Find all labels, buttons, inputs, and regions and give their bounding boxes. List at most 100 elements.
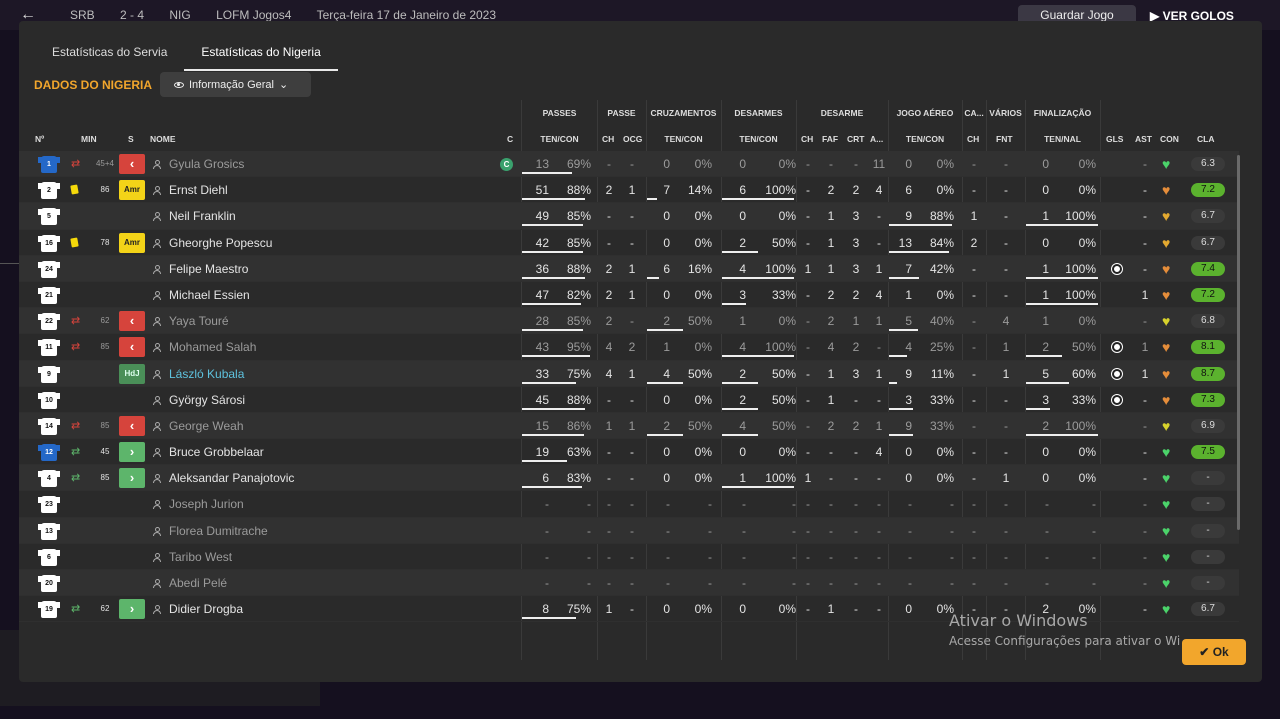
chances-value: -	[630, 314, 634, 329]
interceptions-value: -	[854, 445, 858, 460]
table-row[interactable]: 13 Florea Dumitrache - - - - - - - - - - - - - - - - - - - ♥ -	[19, 517, 1239, 544]
view-dropdown[interactable]: Informação Geral ⌄	[160, 72, 311, 97]
player-name[interactable]: Ernst Diehl	[169, 177, 228, 203]
player-profile-icon[interactable]	[153, 264, 161, 274]
table-row[interactable]: 5 Neil Franklin 49 85% - -0 0% 0 0% -1 3-9 88% 1-1 10…	[19, 203, 1239, 230]
col-crosses-att-comp[interactable]: TEN/CON	[646, 134, 721, 144]
table-row[interactable]: 11 ⇄ 85 ‹ Mohamed Salah 43 95% 4 2 1 0% 4 100% -4 2-4 2…	[19, 334, 1239, 361]
player-name[interactable]: George Weah	[169, 413, 244, 439]
player-name[interactable]: Abedi Pelé	[169, 570, 227, 596]
col-minutes[interactable]: MIN	[81, 134, 97, 144]
col-shots-on-target[interactable]: TEN/NAL	[1025, 134, 1100, 144]
col-key-tackles[interactable]: CH	[801, 134, 813, 144]
col-chances-created[interactable]: OCG	[623, 134, 642, 144]
player-rating: 7.5	[1191, 445, 1225, 460]
stat-value: 0	[663, 392, 670, 407]
stat-percent: 0%	[1078, 183, 1096, 198]
table-row[interactable]: 1 ⇄ 45+4 ‹ Gyula Grosics C 13 69% - -0 0% 0 0% - - -11 0…	[19, 151, 1239, 178]
player-profile-icon[interactable]	[153, 186, 161, 196]
player-profile-icon[interactable]	[153, 500, 161, 510]
cards-value: -	[972, 497, 976, 512]
stat-percent: 0%	[778, 157, 796, 171]
player-rating: 6.8	[1191, 314, 1225, 329]
ok-button[interactable]: ✔ Ok	[1182, 639, 1246, 665]
player-name[interactable]: Mohamed Salah	[169, 334, 256, 360]
tab-nigeria-stats[interactable]: Estatísticas do Nigeria	[184, 35, 338, 71]
col-key-passes[interactable]: CH	[602, 134, 614, 144]
condition-heart-icon: ♥	[1162, 548, 1171, 565]
table-row[interactable]: 24 Felipe Maestro 36 88% 2 1 6 16% 4 100% 1 1 3 1 7 42%…	[19, 255, 1239, 282]
vertical-scrollbar[interactable]	[1237, 155, 1240, 530]
player-name[interactable]: Taribo West	[169, 544, 232, 570]
col-interceptions[interactable]: CRT	[847, 134, 864, 144]
stat-value: -	[545, 549, 549, 564]
table-row[interactable]: 20 Abedi Pelé - - - - - - - - - - - - - - - - - - - ♥ -	[19, 570, 1239, 597]
col-passes-att-comp[interactable]: TEN/CON	[522, 134, 597, 144]
player-profile-icon[interactable]	[153, 290, 161, 300]
col-goals[interactable]: GLS	[1106, 134, 1123, 144]
player-name[interactable]: Joseph Jurion	[169, 491, 244, 517]
player-name[interactable]: Didier Drogba	[169, 596, 243, 622]
player-profile-icon[interactable]	[153, 526, 161, 536]
col-captain[interactable]: C	[507, 134, 513, 144]
table-row[interactable]: 14 ⇄ 85 ‹ George Weah 15 86% 1 1 2 50% 4 50% -2 2 1 9 33%…	[19, 412, 1239, 440]
player-profile-icon[interactable]	[153, 343, 161, 353]
table-row[interactable]: 21 Michael Essien 47 82% 2 1 0 0% 3 33% -2 2 4 1 0% - -1…	[19, 282, 1239, 309]
fouls-value: 2	[827, 314, 835, 329]
table-row[interactable]: 6 Taribo West - - - - - - - - - - - - - - - - - - - ♥ -	[19, 544, 1239, 570]
chances-value: -	[630, 497, 634, 512]
player-profile-icon[interactable]	[153, 160, 161, 169]
table-row[interactable]: 9 HdJ László Kubala 33 75% 4 1 4 50% 2 50% -1 3 1 9 11%…	[19, 360, 1239, 387]
player-profile-icon[interactable]	[153, 395, 161, 405]
col-condition[interactable]: CON	[1160, 134, 1179, 144]
player-name[interactable]: Gheorghe Popescu	[169, 230, 272, 256]
key-tackles-value: -	[806, 549, 810, 564]
player-profile-icon[interactable]	[153, 317, 161, 327]
player-profile-icon[interactable]	[153, 474, 161, 484]
col-fouls-against[interactable]: FNT	[996, 134, 1013, 144]
col-number[interactable]: Nº	[35, 134, 44, 144]
player-profile-icon[interactable]	[153, 552, 161, 562]
player-profile-icon[interactable]	[153, 369, 161, 379]
player-name[interactable]: Bruce Grobbelaar	[169, 439, 264, 465]
player-name[interactable]: Florea Dumitrache	[169, 518, 268, 544]
table-row[interactable]: 22 ⇄ 62 ‹ Yaya Touré 28 85% 2-2 50% 1 0% -2 1 1 5 40% -4…	[19, 308, 1239, 335]
player-profile-icon[interactable]	[153, 421, 161, 431]
subbed-off-icon: ‹	[119, 154, 145, 174]
table-row[interactable]: 12 ⇄ 45 › Bruce Grobbelaar 19 63% - -0 0% 0 0% - - -4 0…	[19, 439, 1239, 466]
col-name[interactable]: NOME	[150, 134, 176, 144]
table-row[interactable]: 23 Joseph Jurion - - - - - - - - - - - - - - - - - - - ♥ -	[19, 491, 1239, 518]
condition-heart-icon: ♥	[1162, 417, 1171, 434]
table-row[interactable]: 4 ⇄ 85 › Aleksandar Panajotovic 6 83% - -0 0% 1 100…	[19, 465, 1239, 492]
success-bar	[1026, 433, 1098, 436]
player-name[interactable]: Gyula Grosics	[169, 151, 244, 177]
col-blocks[interactable]: A...	[870, 134, 883, 144]
player-name[interactable]: Felipe Maestro	[169, 256, 248, 282]
player-name[interactable]: Neil Franklin	[169, 203, 236, 229]
player-profile-icon[interactable]	[153, 605, 161, 615]
col-fouls[interactable]: FAF	[822, 134, 838, 144]
player-profile-icon[interactable]	[153, 579, 161, 588]
player-name[interactable]: Yaya Touré	[169, 308, 229, 334]
stat-percent: -	[708, 523, 712, 538]
fouls-against-value: 1	[1002, 471, 1010, 486]
interceptions-value: -	[854, 576, 858, 590]
player-name[interactable]: Michael Essien	[169, 282, 250, 308]
key-passes-value: 4	[605, 366, 613, 381]
player-profile-icon[interactable]	[153, 448, 161, 458]
table-row[interactable]: 10 György Sárosi 45 88% - -0 0% 2 50% -1- -3 33% - -3…	[19, 387, 1239, 413]
col-status[interactable]: S	[128, 134, 134, 144]
col-tackles-att-comp[interactable]: TEN/CON	[721, 134, 796, 144]
player-name[interactable]: György Sárosi	[169, 387, 245, 413]
player-name[interactable]: László Kubala	[169, 361, 244, 387]
table-row[interactable]: 16 78 Amr Gheorghe Popescu 42 85% - -0 0% 2 50% -1 3…	[19, 230, 1239, 256]
col-assists[interactable]: AST	[1135, 134, 1152, 144]
col-aerial-att-comp[interactable]: TEN/CON	[888, 134, 962, 144]
player-profile-icon[interactable]	[153, 212, 161, 222]
table-row[interactable]: 2 86 Amr Ernst Diehl 51 88% 2 1 7 14% 6 100% -2 2 4 6 0%…	[19, 177, 1239, 204]
tab-serbia-stats[interactable]: Estatísticas do Servia	[35, 35, 184, 71]
col-rating[interactable]: CLA	[1197, 134, 1214, 144]
col-cards[interactable]: CH	[967, 134, 979, 144]
player-name[interactable]: Aleksandar Panajotovic	[169, 465, 294, 491]
player-profile-icon[interactable]	[153, 238, 161, 248]
